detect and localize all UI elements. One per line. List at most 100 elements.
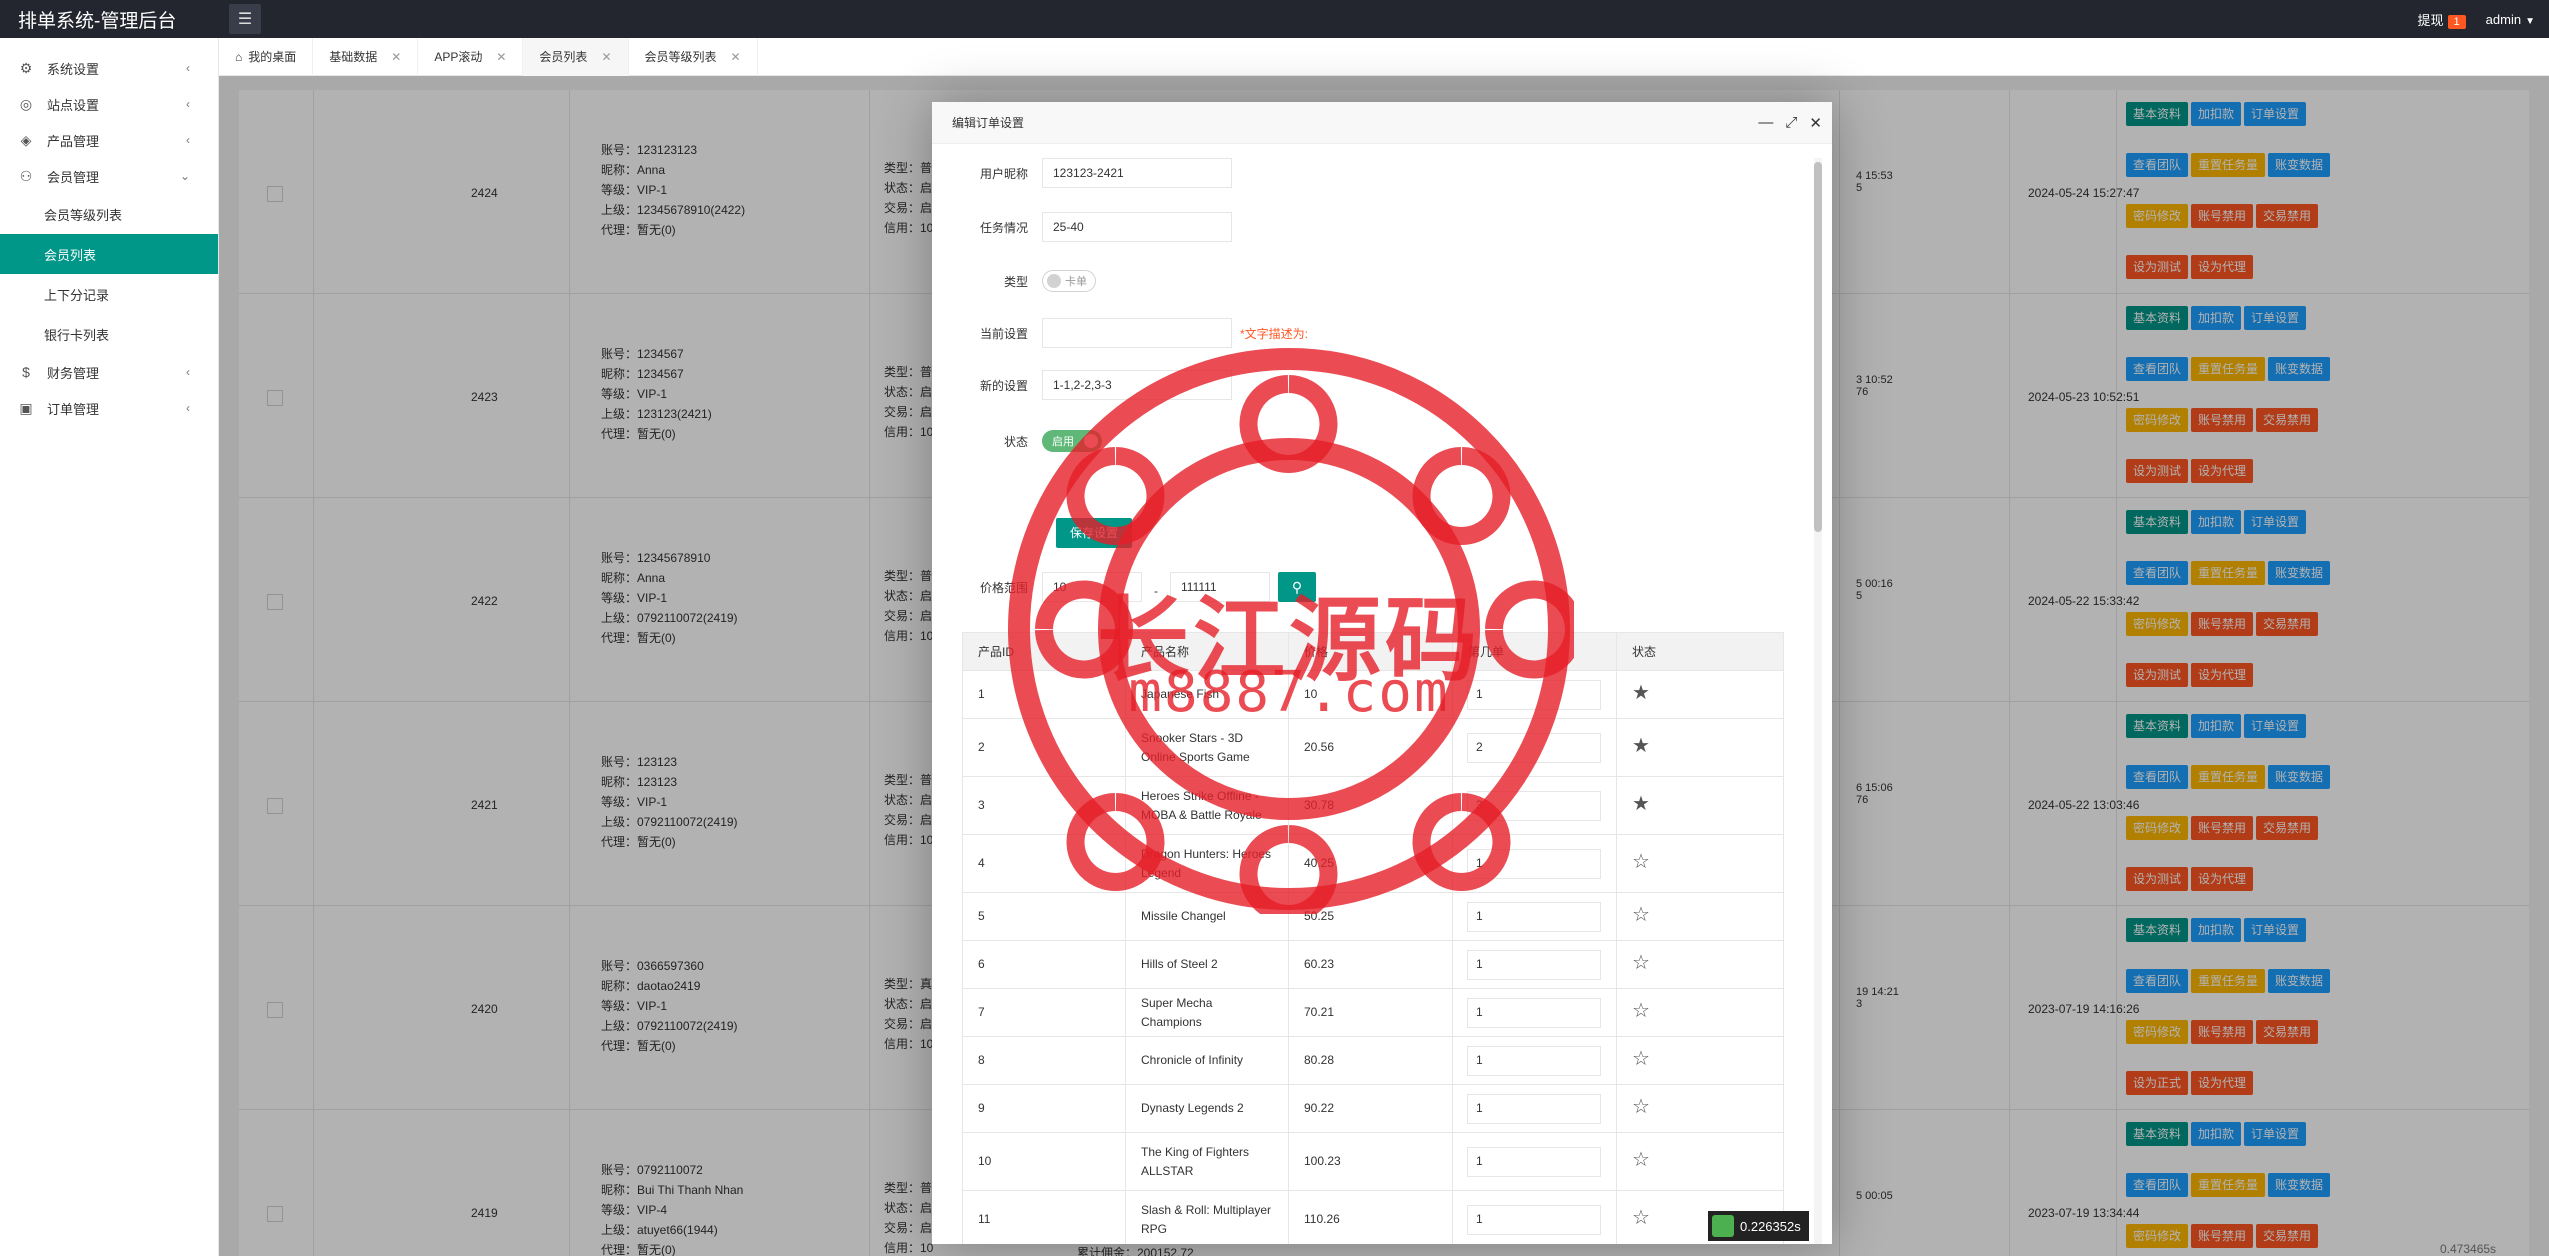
tab-member-list[interactable]: 会员列表 ✕	[523, 37, 629, 76]
sidebar-item-system[interactable]: ⚙ 系统设置 ‹	[0, 50, 218, 86]
sidebar-item-label: 订单管理	[47, 401, 100, 417]
product-name: Super Mecha Champions	[1125, 988, 1289, 1037]
product-name: Missile Changel	[1125, 892, 1289, 941]
product-name: Heroes Strike Offline - MOBA & Battle Ro…	[1125, 776, 1289, 835]
sidebar-sub-balance-log[interactable]: 上下分记录	[0, 274, 218, 314]
order-number-input[interactable]: 1	[1467, 901, 1601, 932]
order-number-input[interactable]: 2	[1467, 732, 1601, 763]
search-button[interactable]: ⚲	[1278, 572, 1316, 602]
star-outline-icon[interactable]: ☆	[1632, 952, 1650, 974]
sidebar-item-label: 系统设置	[47, 61, 100, 77]
order-number-input[interactable]: 1	[1467, 1146, 1601, 1177]
table-header-row: 产品ID 产品名称 价格 第几单 状态	[962, 632, 1784, 671]
user-menu[interactable]: admin ▼	[2486, 12, 2535, 27]
product-price: 40.25	[1288, 834, 1453, 893]
timing-badge: 0.226352s	[1708, 1211, 1809, 1241]
product-price: 20.56	[1288, 718, 1453, 777]
order-number-input[interactable]: 1	[1467, 848, 1601, 879]
menu-toggle-icon[interactable]: ☰	[229, 4, 261, 34]
sidebar-item-finance[interactable]: $ 财务管理 ‹	[0, 354, 218, 390]
table-row: 5 Missile Changel 50.25 1 ☆	[962, 892, 1784, 941]
tab-basic-data[interactable]: 基础数据 ✕	[313, 37, 419, 76]
sidebar-item-product[interactable]: ◈ 产品管理 ‹	[0, 122, 218, 158]
star-filled-icon[interactable]: ★	[1632, 735, 1650, 757]
task-input[interactable]: 25-40	[1042, 212, 1232, 242]
star-outline-icon[interactable]: ☆	[1632, 1000, 1650, 1022]
sidebar-sub-bank-cards[interactable]: 银行卡列表	[0, 314, 218, 354]
save-settings-button[interactable]: 保存设置	[1056, 518, 1133, 548]
close-icon[interactable]: ✕	[731, 50, 741, 64]
star-outline-icon[interactable]: ☆	[1632, 851, 1650, 873]
status-row: 状态 启用	[932, 430, 1102, 452]
table-row: 10 The King of Fighters ALLSTAR 100.23 1 ☆	[962, 1132, 1784, 1191]
box-icon: ▣	[19, 399, 33, 416]
col-price: 价格	[1288, 632, 1453, 671]
nickname-row: 用户昵称 123123-2421	[932, 158, 1232, 188]
minimize-icon[interactable]: —	[1758, 114, 1773, 132]
product-price: 110.26	[1288, 1190, 1453, 1244]
task-label: 任务情况	[979, 220, 1028, 235]
type-switch[interactable]: 卡单	[1042, 270, 1096, 292]
current-setting-row: 当前设置 *文字描述为:	[932, 318, 1308, 348]
order-number-input[interactable]: 1	[1467, 1045, 1601, 1076]
current-setting-input[interactable]	[1042, 318, 1232, 348]
star-outline-icon[interactable]: ☆	[1632, 1096, 1650, 1118]
user-name: admin	[2485, 11, 2522, 27]
order-number-input[interactable]: 1	[1467, 1093, 1601, 1124]
star-outline-icon[interactable]: ☆	[1632, 1048, 1650, 1070]
withdraw-notice[interactable]: 提现 1	[2418, 10, 2466, 29]
product-name: Hills of Steel 2	[1125, 940, 1289, 989]
chevron-down-icon: ⌄	[179, 169, 190, 183]
tab-app-scroll[interactable]: APP滚动 ✕	[418, 37, 524, 76]
sidebar-item-site[interactable]: ◎ 站点设置 ‹	[0, 86, 218, 122]
star-filled-icon[interactable]: ★	[1632, 682, 1650, 704]
price-max-input[interactable]: 111111	[1170, 572, 1270, 602]
order-number-input[interactable]: 1	[1467, 1204, 1601, 1235]
close-icon[interactable]: ✕	[391, 50, 401, 64]
order-number-input[interactable]: 1	[1467, 679, 1601, 710]
dollar-icon: $	[22, 364, 30, 380]
new-setting-input[interactable]: 1-1,2-2,3-3	[1042, 370, 1232, 400]
product-price: 30.78	[1288, 776, 1453, 835]
product-price: 90.22	[1288, 1084, 1453, 1133]
product-price: 100.23	[1288, 1132, 1453, 1191]
star-filled-icon[interactable]: ★	[1632, 793, 1650, 815]
close-icon[interactable]: ✕	[496, 50, 506, 64]
tab-label: 会员列表	[539, 50, 588, 64]
sidebar-item-label: 财务管理	[47, 365, 100, 381]
sidebar-item-label: 站点设置	[47, 97, 100, 113]
product-price: 60.23	[1288, 940, 1453, 989]
product-price: 50.25	[1288, 892, 1453, 941]
tab-label: APP滚动	[434, 50, 483, 64]
star-outline-icon[interactable]: ☆	[1632, 1207, 1650, 1229]
sidebar-item-orders[interactable]: ▣ 订单管理 ‹	[0, 390, 218, 426]
star-outline-icon[interactable]: ☆	[1632, 1149, 1650, 1171]
tabs-bar: ⌂ 我的桌面 基础数据 ✕ APP滚动 ✕ 会员列表 ✕ 会员等级列表 ✕	[219, 37, 2549, 76]
sidebar-item-label: 会员管理	[47, 169, 100, 185]
close-icon[interactable]: ✕	[1809, 114, 1822, 132]
modal-scroll-thumb[interactable]	[1814, 162, 1822, 532]
order-number-input[interactable]: 1	[1467, 949, 1601, 980]
product-id: 10	[962, 1132, 1126, 1191]
sidebar-sub-member-list[interactable]: 会员列表	[0, 234, 218, 274]
nickname-input[interactable]: 123123-2421	[1042, 158, 1232, 188]
order-number-input[interactable]: 1	[1467, 997, 1601, 1028]
status-switch[interactable]: 启用	[1042, 430, 1102, 452]
top-header: 排单系统-管理后台 ☰ 提现 1 admin ▼	[0, 0, 2549, 38]
tab-member-level[interactable]: 会员等级列表 ✕	[629, 37, 758, 76]
price-range-label: 价格范围	[979, 580, 1028, 595]
sidebar-item-member[interactable]: ⚇ 会员管理 ⌄	[0, 158, 218, 194]
close-icon[interactable]: ✕	[601, 50, 611, 64]
status-label: 状态	[1003, 434, 1028, 449]
order-number-input[interactable]: 3	[1467, 790, 1601, 821]
star-outline-icon[interactable]: ☆	[1632, 904, 1650, 926]
sidebar-sub-member-level[interactable]: 会员等级列表	[0, 194, 218, 234]
tab-desktop[interactable]: ⌂ 我的桌面	[219, 37, 314, 76]
type-row: 类型 卡单	[932, 270, 1096, 292]
maximize-icon[interactable]: ⤢	[1785, 114, 1797, 132]
switch-knob	[1084, 434, 1098, 448]
table-row: 9 Dynasty Legends 2 90.22 1 ☆	[962, 1084, 1784, 1133]
sidebar-item-label: 产品管理	[47, 133, 100, 149]
price-min-input[interactable]: 10	[1042, 572, 1142, 602]
product-id: 5	[962, 892, 1126, 941]
